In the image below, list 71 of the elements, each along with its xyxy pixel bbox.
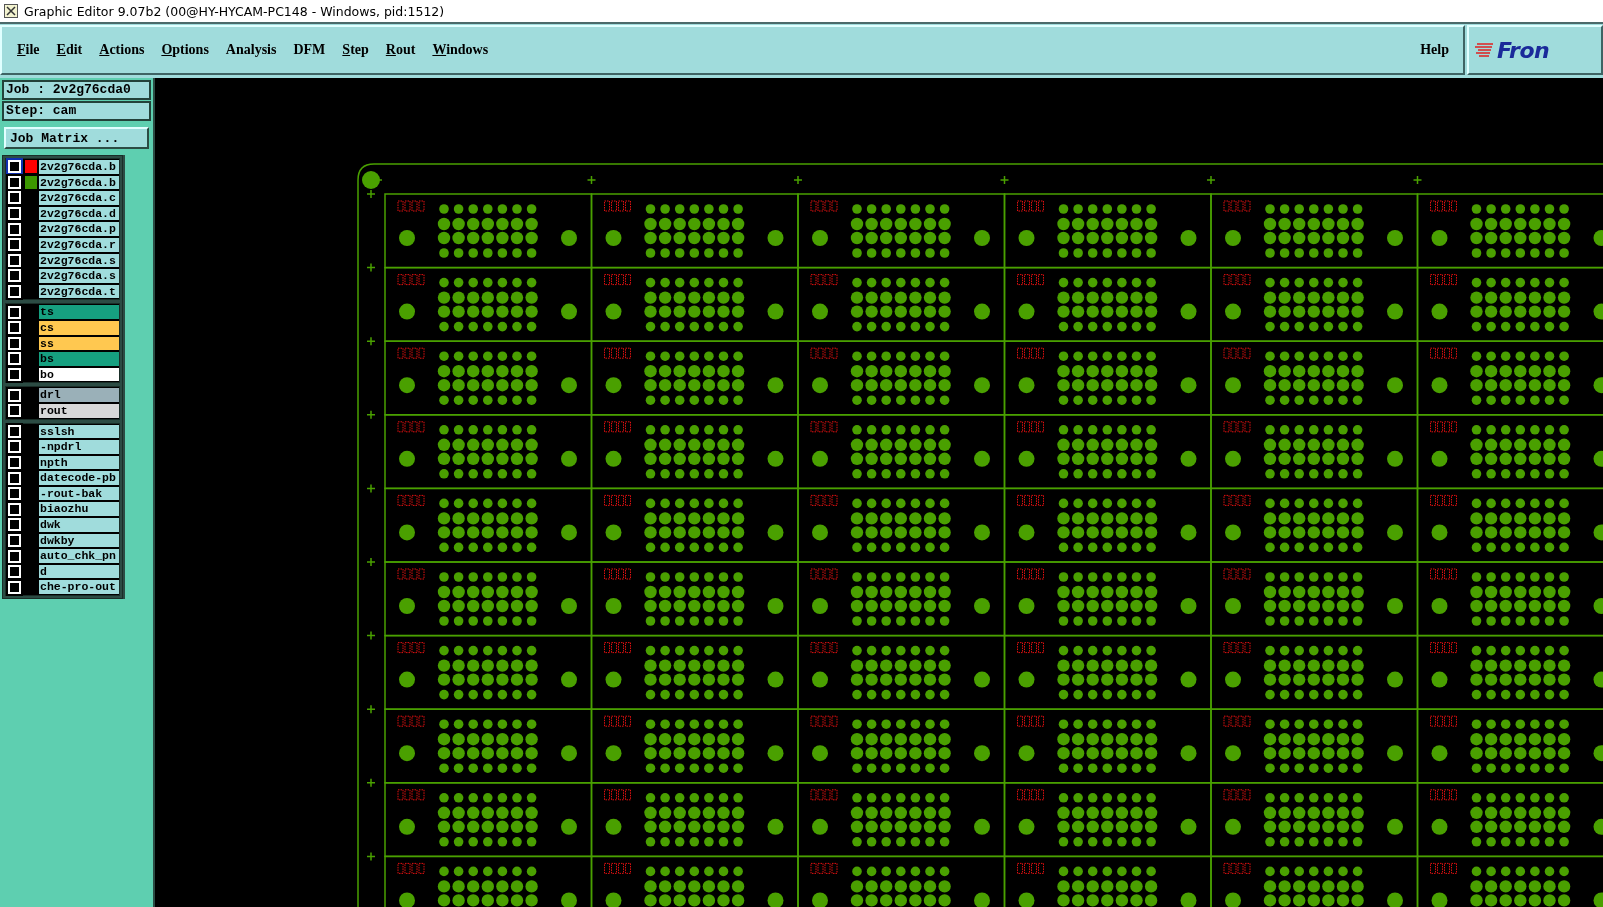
layer-checkbox[interactable] bbox=[8, 269, 21, 283]
layer-name[interactable]: ts bbox=[39, 305, 119, 319]
layer-checkbox[interactable] bbox=[8, 253, 21, 267]
layer-name[interactable]: 2v2g76cda.s bbox=[39, 269, 119, 283]
layer-name[interactable]: 2v2g76cda.d bbox=[39, 206, 119, 221]
layer-checkbox[interactable] bbox=[8, 207, 21, 221]
layer-checkbox[interactable] bbox=[8, 352, 21, 366]
layer-name[interactable]: auto_chk_pn bbox=[39, 549, 119, 563]
layer-checkbox[interactable] bbox=[8, 518, 21, 532]
layer-checkbox[interactable] bbox=[8, 456, 21, 469]
job-matrix-button[interactable]: Job Matrix ... bbox=[4, 127, 149, 149]
help-menu-item[interactable]: Help bbox=[1420, 42, 1449, 58]
layer-checkbox[interactable] bbox=[8, 424, 21, 438]
layer-name[interactable]: datecode-pb bbox=[39, 471, 119, 485]
layer-name[interactable]: d bbox=[39, 564, 119, 579]
menu-item[interactable]: Step bbox=[342, 42, 369, 58]
layer-name[interactable]: 2v2g76cda.t bbox=[39, 284, 119, 299]
layer-name[interactable]: biaozhu bbox=[39, 502, 119, 517]
layer-name[interactable]: bs bbox=[39, 352, 119, 366]
layer-checkbox[interactable] bbox=[8, 238, 21, 252]
layer-name[interactable]: -npdrl bbox=[39, 440, 119, 454]
menu-item[interactable]: Rout bbox=[385, 42, 416, 58]
layer-checkbox[interactable] bbox=[8, 533, 21, 547]
layer-name[interactable]: -rout-bak bbox=[39, 486, 119, 501]
layer-checkbox[interactable] bbox=[8, 487, 21, 501]
layer-checkbox[interactable] bbox=[8, 305, 21, 319]
layer-name[interactable]: 2v2g76cda.s bbox=[39, 253, 119, 268]
layer-name[interactable]: cs bbox=[39, 320, 119, 335]
job-field: Job : 2v2g76cda0 bbox=[2, 80, 151, 100]
layer-name[interactable]: dwkby bbox=[39, 533, 119, 548]
layer-name[interactable]: ss bbox=[39, 336, 119, 351]
layer-name[interactable]: 2v2g76cda.b bbox=[39, 160, 119, 174]
layer-checkbox[interactable] bbox=[8, 440, 21, 454]
menu-item[interactable]: Analysis bbox=[225, 42, 277, 58]
layer-checkbox[interactable] bbox=[8, 549, 21, 563]
layer-name[interactable]: 2v2g76cda.c bbox=[39, 191, 119, 205]
logo-text: Fron bbox=[1497, 37, 1550, 63]
layer-name[interactable]: 2v2g76cda.r bbox=[39, 237, 119, 252]
layer-name[interactable]: dwk bbox=[39, 518, 119, 532]
layer-checkbox[interactable] bbox=[8, 160, 21, 174]
layer-name[interactable]: rout bbox=[39, 403, 119, 418]
layer-name[interactable]: bo bbox=[39, 367, 119, 382]
layer-name[interactable]: drl bbox=[39, 388, 119, 402]
layer-name[interactable]: che-pro-out bbox=[39, 580, 119, 595]
layer-checkbox[interactable] bbox=[8, 368, 21, 381]
layer-checkbox[interactable] bbox=[8, 388, 21, 402]
layer-checkbox[interactable] bbox=[8, 191, 21, 205]
layer-checkbox[interactable] bbox=[8, 502, 21, 516]
layer-checkbox[interactable] bbox=[8, 404, 21, 418]
menu-item[interactable]: Windows bbox=[432, 42, 489, 58]
layer-name[interactable]: 2v2g76cda.b bbox=[39, 175, 119, 190]
window-title: Graphic Editor 9.07b2 (00@HY-HYCAM-PC148 - Windows, pid:1512) bbox=[24, 3, 445, 19]
step-field: Step: cam bbox=[2, 101, 151, 121]
layer-checkbox[interactable] bbox=[8, 336, 21, 350]
app-icon bbox=[4, 4, 18, 18]
menu-item[interactable]: DFM bbox=[293, 42, 326, 58]
menu-item[interactable]: Actions bbox=[99, 42, 145, 58]
layer-checkbox[interactable] bbox=[8, 565, 21, 579]
menu-item[interactable]: Edit bbox=[56, 42, 83, 58]
layer-checkbox[interactable] bbox=[8, 175, 21, 189]
speed-lines-icon bbox=[1475, 42, 1495, 58]
layer-checkbox[interactable] bbox=[8, 321, 21, 335]
menu-item[interactable]: Options bbox=[161, 42, 209, 58]
layer-checkbox[interactable] bbox=[8, 471, 21, 485]
layer-checkbox[interactable] bbox=[8, 285, 21, 299]
layer-checkbox[interactable] bbox=[8, 222, 21, 236]
layer-checkbox[interactable] bbox=[8, 580, 21, 594]
menu-item[interactable]: File bbox=[17, 42, 40, 58]
layer-name[interactable]: sslsh bbox=[39, 424, 119, 439]
layer-name[interactable]: npth bbox=[39, 455, 119, 470]
layer-name[interactable]: 2v2g76cda.p bbox=[39, 222, 119, 236]
